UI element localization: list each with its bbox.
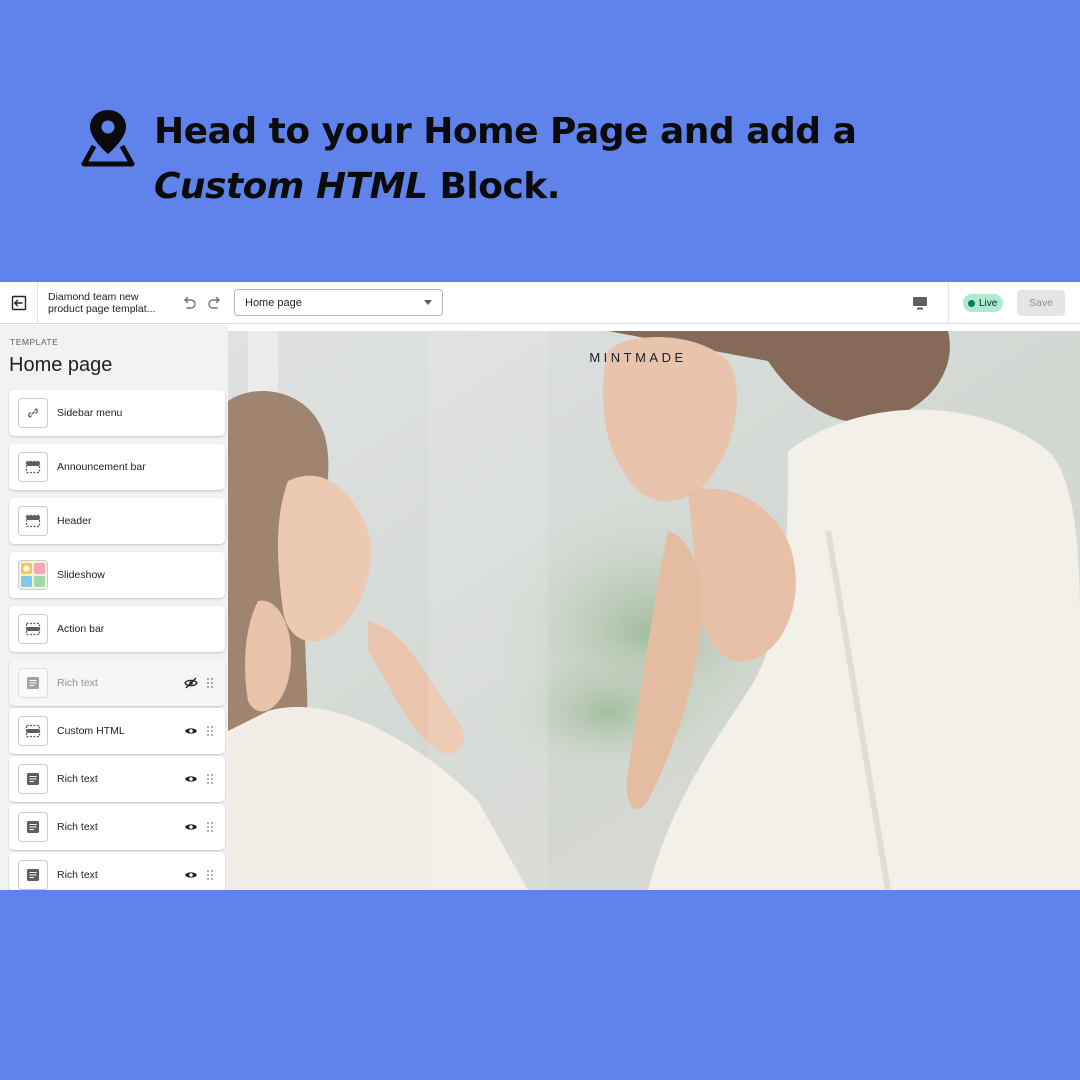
drag-handle-icon[interactable] <box>207 774 213 784</box>
save-button[interactable]: Save <box>1017 290 1065 316</box>
live-dot-icon <box>968 299 975 307</box>
page-select[interactable]: Home page <box>234 289 443 316</box>
eye-icon[interactable] <box>184 820 198 834</box>
text-icon <box>18 668 48 698</box>
section-action-bar[interactable]: Action bar <box>9 606 225 652</box>
section-header[interactable]: Header <box>9 498 225 544</box>
row-actions <box>184 772 213 786</box>
text-icon <box>18 860 48 890</box>
eye-icon[interactable] <box>184 724 198 738</box>
row-actions <box>184 676 213 690</box>
section-label: Announcement bar <box>57 461 146 473</box>
row-actions <box>184 868 213 882</box>
headline-text: Head to your Home Page and add a Custom … <box>154 104 857 214</box>
section-slideshow[interactable]: Slideshow <box>9 552 225 598</box>
text-icon <box>18 812 48 842</box>
section-rich-text-hidden[interactable]: Rich text <box>9 660 225 706</box>
section-label: Rich text <box>57 821 98 833</box>
drag-handle-icon[interactable] <box>207 678 213 688</box>
custom-html-icon <box>18 716 48 746</box>
slideshow-thumbnail <box>18 560 48 590</box>
link-icon <box>18 398 48 428</box>
section-label: Action bar <box>57 623 105 635</box>
section-label: Sidebar menu <box>57 407 123 419</box>
drag-handle-icon[interactable] <box>207 726 213 736</box>
eye-hidden-icon[interactable] <box>184 676 198 690</box>
redo-icon[interactable] <box>206 294 224 312</box>
headline-line-1: Head to your Home Page and add a <box>154 111 857 152</box>
action-bar-icon <box>18 614 48 644</box>
section-label: Rich text <box>57 773 98 785</box>
section-label: Rich text <box>57 869 98 881</box>
row-actions <box>184 820 213 834</box>
page-select-value: Home page <box>245 296 302 309</box>
section-custom-html[interactable]: Custom HTML <box>9 708 225 754</box>
live-status-badge: Live <box>963 294 1004 312</box>
exit-editor-button[interactable] <box>0 281 38 324</box>
section-label: Header <box>57 515 92 527</box>
theme-editor-window: Diamond team new product page templat...… <box>0 281 1080 890</box>
map-pin-icon <box>81 110 135 167</box>
eye-icon[interactable] <box>184 868 198 882</box>
headline-line-2-rest: Block. <box>427 166 560 207</box>
sections-sidebar: TEMPLATE Home page Sidebar menu Announce… <box>0 325 228 890</box>
topbar-divider <box>948 282 949 324</box>
headline-emphasis: Custom HTML <box>154 166 428 207</box>
template-title: Home page <box>9 354 113 376</box>
section-sidebar-menu[interactable]: Sidebar menu <box>9 390 225 436</box>
history-controls <box>180 294 224 312</box>
template-label: TEMPLATE <box>10 337 59 347</box>
text-icon <box>18 764 48 794</box>
drag-handle-icon[interactable] <box>207 822 213 832</box>
headline: Head to your Home Page and add a Custom … <box>80 104 857 214</box>
section-label: Rich text <box>57 677 98 689</box>
chevron-down-icon <box>424 300 432 305</box>
section-label: Slideshow <box>57 569 105 581</box>
store-brand-logo[interactable]: MINTMADE <box>228 350 1048 365</box>
eye-icon[interactable] <box>184 772 198 786</box>
theme-name: Diamond team new product page templat... <box>48 290 156 315</box>
desktop-icon[interactable] <box>910 293 930 313</box>
drag-handle-icon[interactable] <box>207 870 213 880</box>
section-announcement-bar[interactable]: Announcement bar <box>9 444 225 490</box>
section-label: Custom HTML <box>57 725 125 737</box>
live-label: Live <box>979 297 998 309</box>
section-rich-text[interactable]: Rich text <box>9 852 225 890</box>
editor-topbar: Diamond team new product page templat...… <box>0 281 1080 324</box>
store-preview[interactable]: MINTMADE <box>228 331 1080 890</box>
undo-icon[interactable] <box>180 294 198 312</box>
exit-icon <box>11 295 26 310</box>
row-actions <box>184 724 213 738</box>
hero-photo <box>228 331 1080 890</box>
section-rich-text[interactable]: Rich text <box>9 804 225 850</box>
headline-line-2: Custom HTML Block. <box>154 159 856 214</box>
section-rich-text[interactable]: Rich text <box>9 756 225 802</box>
announcement-bar-icon <box>18 452 48 482</box>
header-icon <box>18 506 48 536</box>
